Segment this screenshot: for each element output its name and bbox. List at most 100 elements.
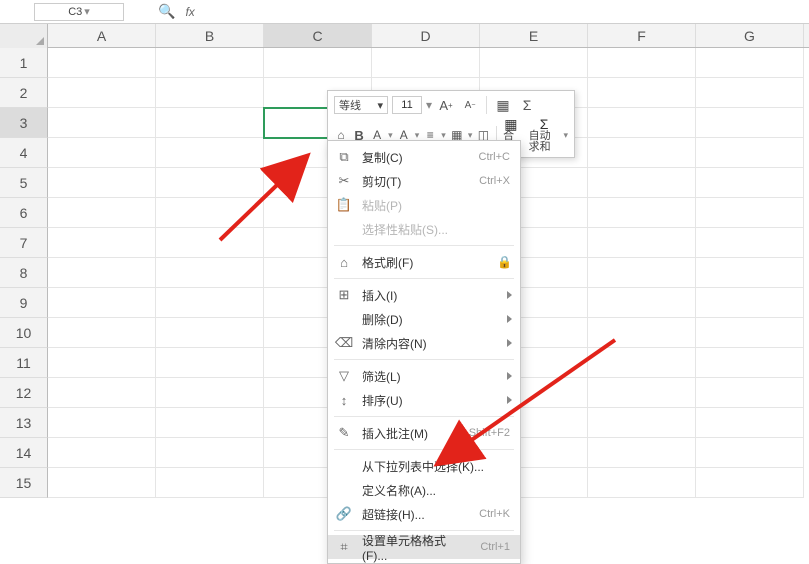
cell[interactable]	[156, 408, 264, 438]
cell[interactable]	[696, 228, 804, 258]
row-header[interactable]: 13	[0, 408, 48, 438]
cell[interactable]	[588, 438, 696, 468]
row-header[interactable]: 6	[0, 198, 48, 228]
cell[interactable]	[156, 198, 264, 228]
cell[interactable]	[588, 408, 696, 438]
cell[interactable]	[588, 258, 696, 288]
borders-icon[interactable]: ▦	[493, 95, 513, 115]
cell[interactable]	[588, 468, 696, 498]
select-all-corner[interactable]	[0, 24, 48, 48]
cell[interactable]	[696, 408, 804, 438]
menu-format-cells[interactable]: ⌗ 设置单元格格式(F)... Ctrl+1	[328, 535, 520, 559]
cell[interactable]	[156, 78, 264, 108]
cell[interactable]	[696, 288, 804, 318]
row-header[interactable]: 10	[0, 318, 48, 348]
cell[interactable]	[156, 48, 264, 78]
fx-label[interactable]: fx	[185, 5, 194, 19]
row-header[interactable]: 15	[0, 468, 48, 498]
cell[interactable]	[156, 228, 264, 258]
cell[interactable]	[696, 168, 804, 198]
cell[interactable]	[480, 48, 588, 78]
cell[interactable]	[588, 108, 696, 138]
cell[interactable]	[696, 48, 804, 78]
cell[interactable]	[588, 228, 696, 258]
cell[interactable]	[156, 108, 264, 138]
cell[interactable]	[48, 108, 156, 138]
row-header[interactable]: 5	[0, 168, 48, 198]
col-header-D[interactable]: D	[372, 24, 480, 47]
menu-define-name[interactable]: 定义名称(A)...	[328, 478, 520, 502]
autosum-icon[interactable]: Σ	[517, 95, 537, 115]
row-header[interactable]: 3	[0, 108, 48, 138]
cell[interactable]	[696, 378, 804, 408]
row-header[interactable]: 2	[0, 78, 48, 108]
menu-clear[interactable]: ⌫ 清除内容(N)	[328, 331, 520, 355]
cell[interactable]	[696, 438, 804, 468]
menu-cut[interactable]: ✂ 剪切(T) Ctrl+X	[328, 169, 520, 193]
cell[interactable]	[696, 258, 804, 288]
menu-copy[interactable]: ⧉ 复制(C) Ctrl+C	[328, 145, 520, 169]
name-box[interactable]: C3 ▾	[34, 3, 124, 21]
menu-sort[interactable]: ↕ 排序(U)	[328, 388, 520, 412]
row-header[interactable]: 12	[0, 378, 48, 408]
cell[interactable]	[48, 438, 156, 468]
menu-paste-special[interactable]: 选择性粘贴(S)...	[328, 217, 520, 241]
cell[interactable]	[588, 198, 696, 228]
cell[interactable]	[696, 198, 804, 228]
cell[interactable]	[156, 318, 264, 348]
cell[interactable]	[48, 228, 156, 258]
row-header[interactable]: 4	[0, 138, 48, 168]
cell[interactable]	[588, 378, 696, 408]
shrink-font-button[interactable]: A−	[460, 95, 480, 115]
row-header[interactable]: 8	[0, 258, 48, 288]
magnifier-icon[interactable]: 🔍	[158, 3, 175, 20]
menu-pick-from-dropdown[interactable]: 从下拉列表中选择(K)...	[328, 454, 520, 478]
grow-font-button[interactable]: A+	[436, 95, 456, 115]
cell[interactable]	[696, 138, 804, 168]
font-name-select[interactable]: 等线 ▾	[334, 96, 388, 114]
col-header-G[interactable]: G	[696, 24, 804, 47]
cell[interactable]	[156, 168, 264, 198]
cell[interactable]	[696, 78, 804, 108]
menu-delete[interactable]: 删除(D)	[328, 307, 520, 331]
menu-filter[interactable]: ▽ 筛选(L)	[328, 364, 520, 388]
cell[interactable]	[48, 318, 156, 348]
cell[interactable]	[48, 468, 156, 498]
row-header[interactable]: 1	[0, 48, 48, 78]
col-header-A[interactable]: A	[48, 24, 156, 47]
cell[interactable]	[156, 468, 264, 498]
row-header[interactable]: 14	[0, 438, 48, 468]
cell[interactable]	[48, 198, 156, 228]
col-header-C[interactable]: C	[264, 24, 372, 47]
cell[interactable]	[48, 408, 156, 438]
cell[interactable]	[156, 288, 264, 318]
cell[interactable]	[156, 348, 264, 378]
menu-format-painter[interactable]: ⌂ 格式刷(F) 🔒	[328, 250, 520, 274]
cell[interactable]	[588, 138, 696, 168]
cell[interactable]	[48, 138, 156, 168]
cell[interactable]	[588, 48, 696, 78]
col-header-E[interactable]: E	[480, 24, 588, 47]
autosum-label[interactable]: 自动求和	[529, 131, 560, 153]
font-size-select[interactable]: 11	[392, 96, 422, 114]
cell[interactable]	[588, 78, 696, 108]
cell[interactable]	[372, 48, 480, 78]
cell[interactable]	[696, 108, 804, 138]
row-header[interactable]: 9	[0, 288, 48, 318]
cell[interactable]	[156, 138, 264, 168]
cell[interactable]	[588, 168, 696, 198]
cell[interactable]	[696, 348, 804, 378]
cell[interactable]	[48, 78, 156, 108]
menu-insert-comment[interactable]: ✎ 插入批注(M) Shift+F2	[328, 421, 520, 445]
cell[interactable]	[696, 318, 804, 348]
menu-insert[interactable]: ⊞ 插入(I)	[328, 283, 520, 307]
cell[interactable]	[156, 438, 264, 468]
cell[interactable]	[156, 258, 264, 288]
cell[interactable]	[264, 48, 372, 78]
cell[interactable]	[696, 468, 804, 498]
cell[interactable]	[48, 378, 156, 408]
col-header-F[interactable]: F	[588, 24, 696, 47]
cell[interactable]	[588, 318, 696, 348]
cell[interactable]	[48, 348, 156, 378]
cell[interactable]	[48, 258, 156, 288]
